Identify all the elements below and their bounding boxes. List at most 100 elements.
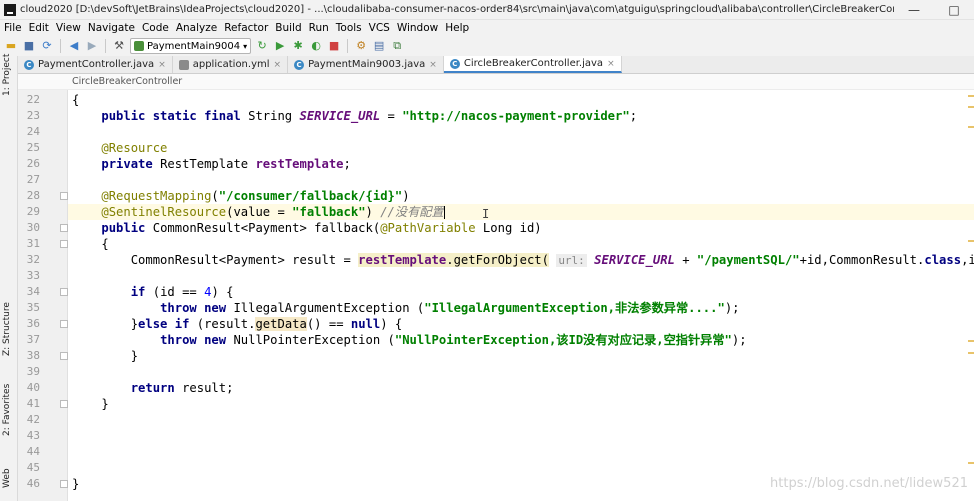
fold-toggle-icon[interactable] xyxy=(60,400,68,408)
settings-icon[interactable]: ⧉ xyxy=(390,39,404,53)
coverage-icon[interactable]: ◐ xyxy=(309,39,323,53)
line-number: 35 xyxy=(26,301,40,314)
menu-view[interactable]: View xyxy=(56,22,81,34)
code-line-text: } xyxy=(72,477,80,491)
line-number: 40 xyxy=(26,381,40,394)
code-line[interactable] xyxy=(68,268,974,284)
breadcrumb-item[interactable]: CircleBreakerController xyxy=(72,76,182,87)
rebuild-icon[interactable]: ↻ xyxy=(255,39,269,53)
close-icon[interactable]: × xyxy=(607,59,615,69)
tab-payment-main-9003[interactable]: C PaymentMain9003.java × xyxy=(288,56,444,73)
line-number: 39 xyxy=(26,365,40,378)
debug-icon[interactable]: ✱ xyxy=(291,39,305,53)
warning-marker[interactable] xyxy=(968,106,974,108)
favorites-tool-button[interactable]: 2: Favorites xyxy=(2,384,12,436)
close-icon[interactable]: × xyxy=(274,60,282,70)
code-line[interactable]: throw new IllegalArgumentException ("Ill… xyxy=(68,300,974,316)
fold-toggle-icon[interactable] xyxy=(60,480,68,488)
menu-window[interactable]: Window xyxy=(397,22,438,34)
code-line[interactable] xyxy=(68,124,974,140)
code-line[interactable] xyxy=(68,444,974,460)
code-line-text: @Resource xyxy=(101,141,168,155)
code-line[interactable]: public static final String SERVICE_URL =… xyxy=(68,108,974,124)
project-tool-button[interactable]: 1: Project xyxy=(2,54,12,96)
warning-marker[interactable] xyxy=(968,352,974,354)
code-editor[interactable]: 22 23 24 25 26 27 28 29 30 31 32 33 34 35 36 37 38 39 40 41… xyxy=(18,90,974,501)
menu-tools[interactable]: Tools xyxy=(336,22,362,34)
menu-file[interactable]: File xyxy=(4,22,22,34)
maximize-button[interactable]: □ xyxy=(942,3,966,17)
menu-vcs[interactable]: VCS xyxy=(369,22,390,34)
menu-analyze[interactable]: Analyze xyxy=(176,22,217,34)
code-line[interactable]: }else if (result.getData() == null) { xyxy=(68,316,974,332)
code-line[interactable]: @SentinelResource(value = "fallback") //… xyxy=(68,204,974,220)
tab-payment-controller[interactable]: C PaymentController.java × xyxy=(18,56,173,73)
fold-toggle-icon[interactable] xyxy=(60,224,68,232)
line-number: 26 xyxy=(26,157,40,170)
close-icon[interactable]: × xyxy=(429,60,437,70)
project-structure-icon[interactable]: ⚙ xyxy=(354,39,368,53)
code-area[interactable]: { public static final String SERVICE_URL… xyxy=(68,90,974,501)
warning-marker[interactable] xyxy=(968,462,974,464)
warning-marker[interactable] xyxy=(968,95,974,97)
close-icon[interactable]: × xyxy=(158,60,166,70)
sync-icon[interactable]: ⟳ xyxy=(40,39,54,53)
warning-marker[interactable] xyxy=(968,340,974,342)
code-line-text: if (id == 4) { xyxy=(130,285,234,299)
fold-toggle-icon[interactable] xyxy=(60,352,68,360)
tab-circle-breaker-controller[interactable]: C CircleBreakerController.java × xyxy=(443,56,622,73)
run-config-selector[interactable]: PaymentMain9004 ▾ xyxy=(130,38,252,54)
code-line-text: }else if (result.getData() == null) { xyxy=(72,317,403,331)
code-line[interactable]: CommonResult<Payment> result = restTempl… xyxy=(68,252,974,268)
warning-marker[interactable] xyxy=(968,126,974,128)
tab-application-yml[interactable]: application.yml × xyxy=(173,56,289,73)
structure-tool-button[interactable]: Z: Structure xyxy=(2,302,12,356)
menu-run[interactable]: Run xyxy=(309,22,329,34)
code-line[interactable] xyxy=(68,412,974,428)
build-hammer-icon[interactable]: ⚒ xyxy=(112,39,126,53)
code-line[interactable] xyxy=(68,460,974,476)
minimize-button[interactable]: — xyxy=(902,3,926,17)
folder-open-icon[interactable]: ▬ xyxy=(4,39,18,53)
run-icon[interactable]: ▶ xyxy=(273,39,287,53)
warning-marker[interactable] xyxy=(968,240,974,242)
menu-help[interactable]: Help xyxy=(445,22,469,34)
line-number: 32 xyxy=(26,253,40,266)
web-tool-button[interactable]: Web xyxy=(2,468,12,488)
code-line[interactable]: { xyxy=(68,92,974,108)
tab-label: CircleBreakerController.java xyxy=(463,58,604,69)
toolbar-separator xyxy=(60,39,61,53)
save-icon[interactable]: ■ xyxy=(22,39,36,53)
code-line[interactable] xyxy=(68,364,974,380)
code-line[interactable]: public CommonResult<Payment> fallback(@P… xyxy=(68,220,974,236)
fold-toggle-icon[interactable] xyxy=(60,320,68,328)
code-line[interactable]: } xyxy=(68,396,974,412)
code-line[interactable]: if (id == 4) { xyxy=(68,284,974,300)
sdk-icon[interactable]: ▤ xyxy=(372,39,386,53)
code-line[interactable]: @Resource xyxy=(68,140,974,156)
line-number: 28 xyxy=(26,189,40,202)
code-line[interactable]: throw new NullPointerException ("NullPoi… xyxy=(68,332,974,348)
code-line[interactable]: { xyxy=(68,236,974,252)
fold-toggle-icon[interactable] xyxy=(60,192,68,200)
code-line[interactable]: private RestTemplate restTemplate; xyxy=(68,156,974,172)
line-number: 37 xyxy=(26,333,40,346)
back-arrow-icon[interactable]: ◀ xyxy=(67,39,81,53)
code-line[interactable]: } xyxy=(68,348,974,364)
menu-build[interactable]: Build xyxy=(275,22,301,34)
line-number: 31 xyxy=(26,237,40,250)
code-line[interactable] xyxy=(68,428,974,444)
menu-navigate[interactable]: Navigate xyxy=(88,22,135,34)
code-line-text: private RestTemplate restTemplate; xyxy=(101,157,351,171)
menu-refactor[interactable]: Refactor xyxy=(224,22,268,34)
code-line[interactable] xyxy=(68,172,974,188)
stop-icon[interactable]: ■ xyxy=(327,39,341,53)
line-number: 43 xyxy=(26,429,40,442)
menu-code[interactable]: Code xyxy=(142,22,169,34)
code-line[interactable]: return result; xyxy=(68,380,974,396)
fold-toggle-icon[interactable] xyxy=(60,240,68,248)
forward-arrow-icon[interactable]: ▶ xyxy=(85,39,99,53)
code-line[interactable]: @RequestMapping("/consumer/fallback/{id}… xyxy=(68,188,974,204)
fold-toggle-icon[interactable] xyxy=(60,288,68,296)
menu-edit[interactable]: Edit xyxy=(29,22,49,34)
